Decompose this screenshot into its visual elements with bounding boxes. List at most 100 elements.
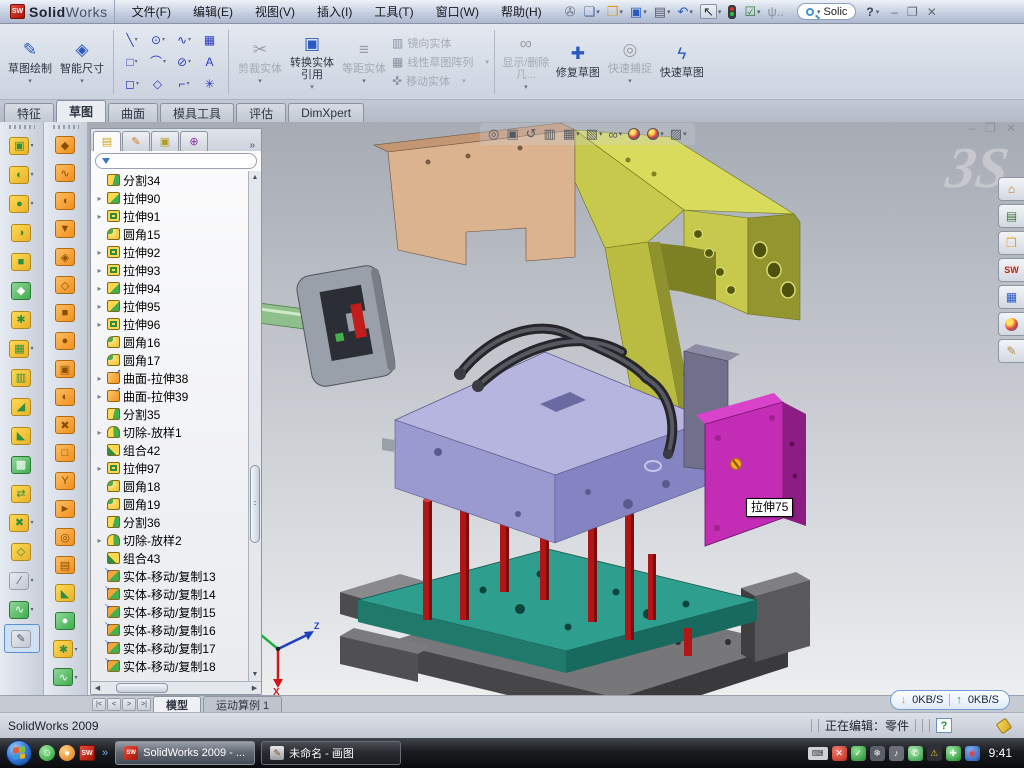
feature-tree-item[interactable]: 实体-移动/复制14 (95, 585, 248, 603)
dropdown-caret-icon[interactable]: ▾ (619, 8, 623, 16)
mirror-entities-button[interactable]: ▥ 镜向实体 (392, 35, 489, 51)
line-tool-icon[interactable]: ╲ ▾ (119, 29, 145, 51)
ribbon-tab[interactable]: 特征 (4, 103, 54, 122)
shut-off-surface-icon[interactable]: ◇ (44, 271, 87, 299)
dropdown-caret-icon[interactable]: ▾ (667, 8, 671, 16)
sketch-fillet-icon[interactable]: ⌐ ▾ (171, 73, 197, 95)
display-delete-relations-button[interactable]: ∞ 显示/删除几... ▾ (500, 28, 552, 96)
taskbar-task-button[interactable]: ✎ 未命名 - 画图 (261, 741, 401, 765)
split-body-icon[interactable]: ◢ (0, 392, 43, 421)
scroll-down-icon[interactable]: ▼ (252, 668, 259, 681)
ribbon-tab[interactable]: 曲面 (108, 103, 158, 122)
dropdown-caret-icon[interactable]: ▾ (462, 77, 466, 85)
dropdown-caret-icon[interactable]: ▾ (74, 646, 77, 653)
tooling-split-icon[interactable]: □ (44, 439, 87, 467)
feature-tree-item[interactable]: ▸ 曲面-拉伸39 (95, 387, 248, 405)
feature-tree-item[interactable]: 圆角19 (95, 495, 248, 513)
search-dropdown-icon[interactable]: ▾ (817, 8, 821, 16)
hole-wizard-icon[interactable]: ✱ (0, 305, 43, 334)
fillet-icon[interactable]: ● ▾ (0, 189, 43, 218)
feature-tree-item[interactable]: ▸ 切除-放样1 (95, 423, 248, 441)
curve-icon[interactable]: ∿ ▾ (0, 595, 43, 624)
dropdown-caret-icon[interactable]: ▾ (30, 519, 33, 526)
extruded-cut-icon[interactable]: ◐ ▾ (0, 160, 43, 189)
point-tool-icon[interactable]: ✳ (197, 73, 223, 95)
feature-tree-item[interactable]: 分割34 (95, 171, 248, 189)
expand-arrow-icon[interactable]: ▸ (95, 536, 104, 545)
scale-icon[interactable]: ✱ ▾ (44, 635, 87, 663)
rib-icon[interactable]: ■ (0, 247, 43, 276)
expand-arrow-icon[interactable]: ▸ (95, 248, 104, 257)
revolved-boss-icon[interactable]: ◑ (0, 218, 43, 247)
scrollbar-thumb[interactable] (116, 683, 168, 693)
dropdown-caret-icon[interactable]: ▾ (660, 130, 664, 138)
expand-arrow-icon[interactable]: ▸ (95, 464, 104, 473)
dropdown-caret-icon[interactable]: ▾ (576, 130, 580, 138)
feature-tree-item[interactable]: ▸ 拉伸92 (95, 243, 248, 261)
dropdown-caret-icon[interactable]: ▾ (524, 83, 528, 91)
tree-filter-input[interactable] (95, 153, 257, 169)
parting-surface-icon[interactable]: Y (44, 467, 87, 495)
dropdown-caret-icon[interactable]: ▾ (30, 171, 33, 178)
last-tab-button[interactable]: >| (137, 698, 151, 711)
core-pin-icon[interactable]: ● (44, 607, 87, 635)
gripper-block[interactable] (295, 264, 397, 389)
scroll-up-icon[interactable]: ▲ (252, 171, 259, 184)
shell-icon[interactable]: ▥ (0, 363, 43, 392)
quick-launch-chevron[interactable]: » (102, 747, 108, 759)
dropdown-caret-icon[interactable]: ▾ (619, 130, 623, 138)
extruded-surface-icon[interactable]: ◆ (44, 131, 87, 159)
freeform-icon[interactable]: ∿ ▾ (44, 663, 87, 691)
manager-overflow-chevron[interactable]: » (245, 140, 259, 151)
network-warning-icon[interactable]: ⚠ (927, 746, 942, 761)
feature-tree-item[interactable]: 圆角18 (95, 477, 248, 495)
close-button[interactable]: ✕ (927, 6, 937, 18)
feature-tree-item[interactable]: 实体-移动/复制15 (95, 603, 248, 621)
dropdown-caret-icon[interactable]: ▾ (258, 77, 262, 85)
ribbon-tab[interactable]: 模具工具 (160, 103, 234, 122)
expand-arrow-icon[interactable]: ▸ (95, 392, 104, 401)
defender-icon[interactable]: ✚ (946, 746, 961, 761)
dropdown-caret-icon[interactable]: ▾ (187, 80, 190, 87)
dropdown-caret-icon[interactable]: ▾ (30, 345, 33, 352)
help-dropdown-icon[interactable]: ▾ (876, 8, 880, 16)
feature-tree-item[interactable]: 组合42 (95, 441, 248, 459)
move-entities-button[interactable]: ✜ 移动实体 ▾ (392, 73, 489, 89)
dropdown-caret-icon[interactable]: ▾ (683, 130, 687, 138)
arc-tool-icon[interactable]: ⌒ ▾ (145, 51, 171, 73)
open-icon[interactable]: ❒ ▾ (605, 4, 625, 19)
dropdown-caret-icon[interactable]: ▾ (689, 8, 693, 16)
dropdown-caret-icon[interactable]: ▾ (135, 58, 138, 65)
expand-arrow-icon[interactable]: ▸ (95, 320, 104, 329)
rebuild-traffic-light-icon[interactable] (726, 4, 739, 20)
sync-status-icon[interactable]: ◉ (965, 746, 980, 761)
display-style-icon[interactable]: ▧ ▾ (586, 126, 603, 142)
system-utility-icon[interactable]: ❄ (870, 746, 885, 761)
draft-cut-icon[interactable]: ◆ (0, 276, 43, 305)
trim-entities-button[interactable]: ✂ 剪裁实体 ▾ (234, 28, 286, 96)
network-speed-monitor[interactable]: ↓ 0KB/S ↑ 0KB/S (890, 690, 1010, 710)
menu-item[interactable]: 工具(T) (365, 1, 422, 22)
solidworks-community-tab[interactable]: SW (998, 258, 1024, 282)
dropdown-caret-icon[interactable]: ▾ (30, 577, 33, 584)
smart-dimension-button[interactable]: ◈ 智能尺寸 ▾ (56, 28, 108, 96)
dropdown-caret-icon[interactable]: ▾ (163, 58, 166, 65)
expand-arrow-icon[interactable]: ▸ (95, 212, 104, 221)
feature-tree-item[interactable]: 实体-移动/复制18 (95, 657, 248, 675)
quick-tips-button[interactable]: ? (936, 718, 952, 733)
featuremanager-tab[interactable]: ▤ (93, 131, 121, 151)
loft-surface-icon[interactable]: ● (44, 327, 87, 355)
next-tab-button[interactable]: > (122, 698, 136, 711)
convert-entities-button[interactable]: ▣ 转换实体引用 ▾ (286, 28, 338, 96)
feature-tree-item[interactable]: 圆角15 (95, 225, 248, 243)
trim-surface-icon[interactable]: ◖ (44, 187, 87, 215)
dropdown-caret-icon[interactable]: ▾ (188, 36, 191, 43)
dropdown-caret-icon[interactable]: ▾ (136, 80, 139, 87)
appearances-scenes-tab[interactable] (998, 312, 1024, 336)
extruded-boss-icon[interactable]: ▣ ▾ (0, 131, 43, 160)
scroll-right-icon[interactable]: ▶ (248, 684, 261, 692)
linear-sketch-pattern-button[interactable]: ▦ 线性草图阵列 ▾ (392, 54, 489, 70)
dropdown-caret-icon[interactable]: ▾ (310, 83, 314, 91)
input-keyboard-icon[interactable]: ⌨ (808, 747, 828, 760)
view-orientation-icon[interactable]: ▦ ▾ (563, 126, 580, 142)
